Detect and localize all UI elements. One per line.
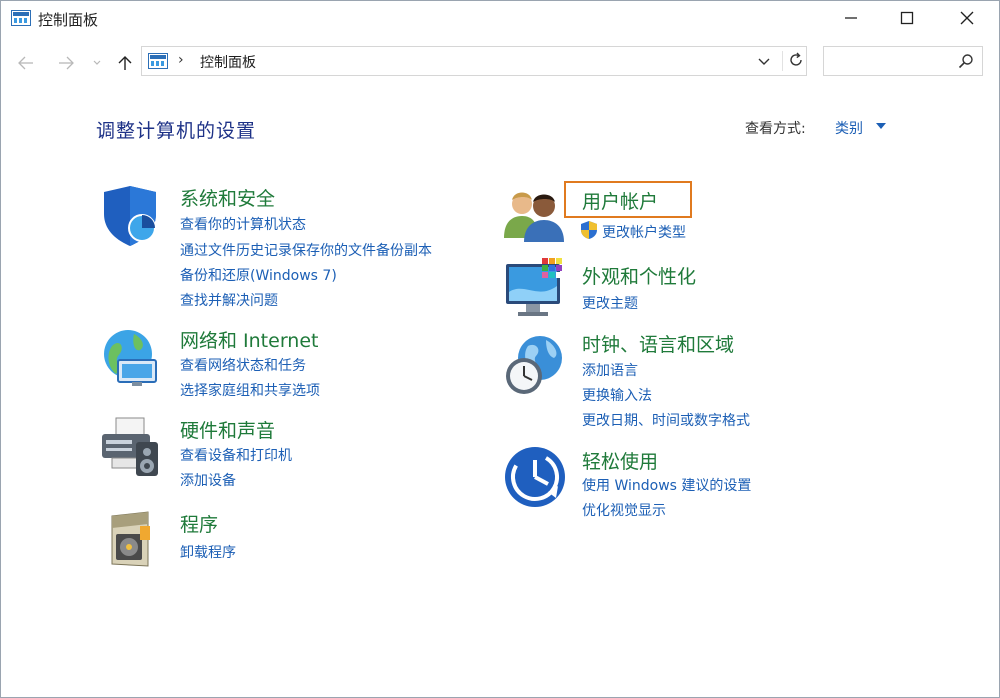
link-change-input-method[interactable]: 更换输入法 xyxy=(582,385,652,405)
address-bar[interactable]: › 控制面板 xyxy=(141,46,807,76)
link-homegroup-sharing[interactable]: 选择家庭组和共享选项 xyxy=(180,380,320,400)
view-by-label: 查看方式: xyxy=(745,121,806,137)
category-title-programs[interactable]: 程序 xyxy=(180,510,218,537)
maximize-button[interactable] xyxy=(884,2,930,34)
shield-icon[interactable] xyxy=(98,184,162,248)
category-title-user-accounts[interactable]: 用户帐户 xyxy=(582,187,658,214)
chevron-down-icon[interactable] xyxy=(756,53,772,69)
monitor-palette-icon[interactable] xyxy=(504,256,568,322)
link-file-history-backup[interactable]: 通过文件历史记录保存你的文件备份副本 xyxy=(180,240,432,260)
recent-locations-button[interactable] xyxy=(86,52,108,74)
close-button[interactable] xyxy=(944,2,990,34)
page-title: 调整计算机的设置 xyxy=(96,120,257,142)
link-troubleshoot[interactable]: 查找并解决问题 xyxy=(180,290,278,310)
control-panel-icon xyxy=(11,10,31,26)
chevron-down-icon xyxy=(93,60,101,65)
category-title-appearance[interactable]: 外观和个性化 xyxy=(582,262,696,289)
arrow-up-icon xyxy=(118,56,132,70)
ease-of-access-icon[interactable] xyxy=(504,446,566,508)
arrow-left-icon xyxy=(18,56,33,70)
category-title-hardware-sound[interactable]: 硬件和声音 xyxy=(180,416,275,443)
search-input[interactable] xyxy=(823,46,983,76)
network-globe-icon[interactable] xyxy=(98,324,162,388)
category-title-ease-of-access[interactable]: 轻松使用 xyxy=(582,447,658,474)
category-title-system-security[interactable]: 系统和安全 xyxy=(180,184,275,211)
breadcrumb-control-panel[interactable]: 控制面板 xyxy=(200,52,256,72)
link-uninstall-program[interactable]: 卸载程序 xyxy=(180,542,236,562)
printer-speaker-icon[interactable] xyxy=(98,414,162,478)
close-icon xyxy=(960,11,974,25)
link-recommended-settings[interactable]: 使用 Windows 建议的设置 xyxy=(582,475,751,495)
minimize-icon xyxy=(845,17,857,19)
link-add-language[interactable]: 添加语言 xyxy=(582,360,638,380)
title-bar: 控制面板 xyxy=(0,0,1000,36)
link-devices-printers[interactable]: 查看设备和打印机 xyxy=(180,445,292,465)
refresh-button[interactable] xyxy=(782,51,807,71)
link-change-theme[interactable]: 更改主题 xyxy=(582,293,638,313)
link-backup-restore[interactable]: 备份和还原(Windows 7) xyxy=(180,265,337,285)
link-network-status[interactable]: 查看网络状态和任务 xyxy=(180,355,306,375)
category-title-network-internet[interactable]: 网络和 Internet xyxy=(180,326,318,353)
window-title: 控制面板 xyxy=(38,11,99,29)
category-title-clock-region[interactable]: 时钟、语言和区域 xyxy=(582,330,734,357)
control-panel-icon xyxy=(148,53,168,69)
maximize-icon xyxy=(900,11,914,25)
uac-shield-icon xyxy=(581,221,597,239)
caret-down-icon[interactable] xyxy=(876,123,886,130)
link-change-date-time-format[interactable]: 更改日期、时间或数字格式 xyxy=(582,410,750,430)
users-icon[interactable] xyxy=(502,186,566,244)
minimize-button[interactable] xyxy=(828,2,874,34)
view-by-dropdown[interactable]: 类别 xyxy=(835,118,863,138)
arrow-right-icon xyxy=(59,56,74,70)
link-change-account-type[interactable]: 更改帐户类型 xyxy=(602,222,686,242)
back-button[interactable] xyxy=(15,52,37,74)
link-view-computer-status[interactable]: 查看你的计算机状态 xyxy=(180,214,306,234)
link-optimize-visual-display[interactable]: 优化视觉显示 xyxy=(582,500,666,520)
search-icon[interactable] xyxy=(958,53,974,69)
refresh-icon xyxy=(790,52,802,66)
up-button[interactable] xyxy=(114,52,136,74)
clock-globe-icon[interactable] xyxy=(502,334,566,398)
programs-icon[interactable] xyxy=(104,508,160,570)
forward-button[interactable] xyxy=(55,52,77,74)
breadcrumb-separator: › xyxy=(178,52,184,68)
link-add-device[interactable]: 添加设备 xyxy=(180,470,236,490)
